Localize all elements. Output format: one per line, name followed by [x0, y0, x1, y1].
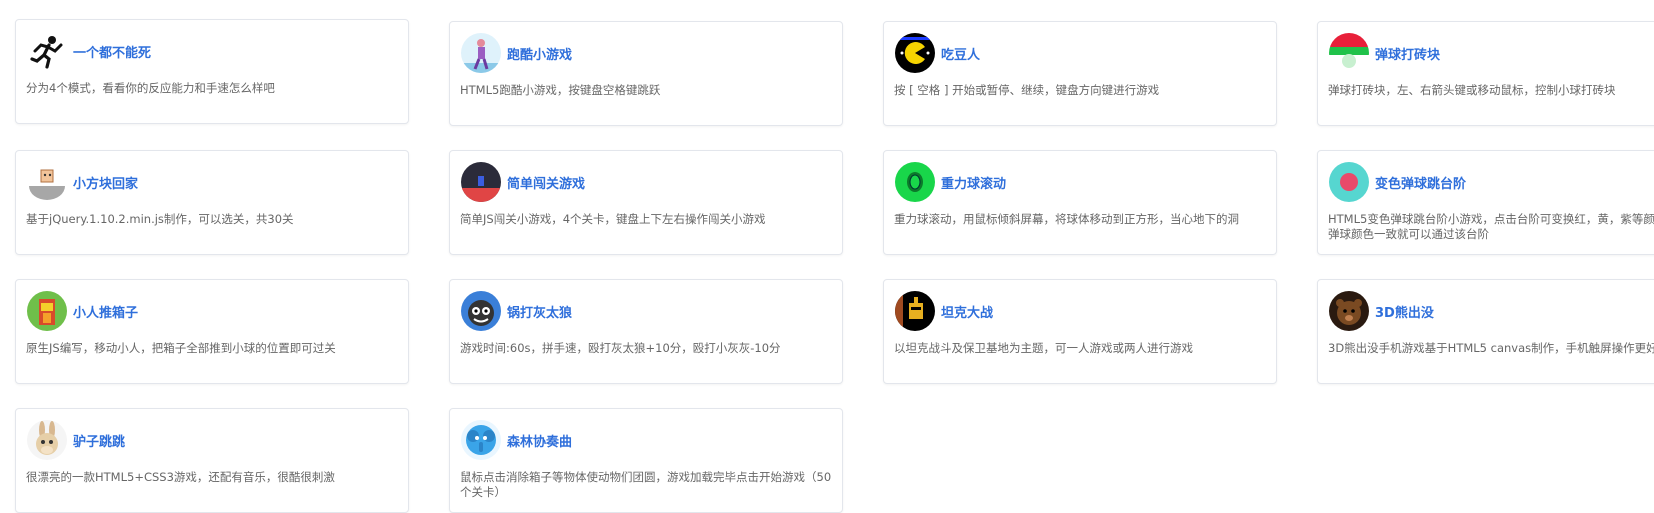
game-description: 按 [ 空格 ] 开始或暂停、继续，键盘方向键进行游戏: [894, 83, 1160, 97]
game-title[interactable]: 变色弹球跳台阶: [1375, 173, 1466, 192]
bear-icon: [1329, 291, 1369, 331]
game-title[interactable]: 跑酷小游戏: [507, 44, 572, 63]
forest-elephant-icon: [461, 420, 501, 460]
game-title[interactable]: 3D熊出没: [1375, 302, 1434, 321]
game-description: 3D熊出没手机游戏基于HTML5 canvas制作，手机触屏操作更好: [1328, 341, 1654, 355]
game-title[interactable]: 重力球滚动: [941, 173, 1006, 192]
game-card-9[interactable]: 小人推箱子 原生JS编写，移动小人，把箱子全部推到小球的位置即可过关: [15, 279, 409, 384]
game-title[interactable]: 简单闯关游戏: [507, 173, 585, 192]
game-title[interactable]: 驴子跳跳: [73, 431, 125, 450]
game-title[interactable]: 一个都不能死: [73, 42, 151, 61]
game-title[interactable]: 弹球打砖块: [1375, 44, 1440, 63]
game-description: 分为4个模式，看看你的反应能力和手速怎么样吧: [26, 81, 275, 95]
game-title[interactable]: 小人推箱子: [73, 302, 138, 321]
wolf-icon: [461, 291, 501, 331]
parkour-runner-icon: [461, 33, 501, 73]
sokoban-icon: [27, 291, 67, 331]
game-card-8[interactable]: 变色弹球跳台阶 HTML5变色弹球跳台阶小游戏，点击台阶可变换红，黄，紫等颜色，…: [1317, 150, 1654, 255]
game-card-12[interactable]: 3D熊出没 3D熊出没手机游戏基于HTML5 canvas制作，手机触屏操作更好: [1317, 279, 1654, 384]
running-man-icon: [27, 31, 67, 71]
game-description: 弹球打砖块，左、右箭头键或移动鼠标，控制小球打砖块: [1328, 83, 1616, 97]
game-description: 原生JS编写，移动小人，把箱子全部推到小球的位置即可过关: [26, 341, 336, 355]
game-description: 很漂亮的一款HTML5+CSS3游戏，还配有音乐，很酷很刺激: [26, 470, 335, 484]
game-card-6[interactable]: 简单闯关游戏 简单JS闯关小游戏，4个关卡，键盘上下左右操作闯关小游戏: [449, 150, 843, 255]
pacman-icon: [895, 33, 935, 73]
game-title[interactable]: 坦克大战: [941, 302, 993, 321]
game-card-7[interactable]: 重力球滚动 重力球滚动，用鼠标倾斜屏幕，将球体移动到正方形，当心地下的洞: [883, 150, 1277, 255]
game-card-2[interactable]: 跑酷小游戏 HTML5跑酷小游戏，按键盘空格键跳跃: [449, 21, 843, 126]
game-description: 游戏时间:60s，拼手速，殴打灰太狼+10分，殴打小灰灰-10分: [460, 341, 781, 355]
game-card-1[interactable]: 一个都不能死 分为4个模式，看看你的反应能力和手速怎么样吧: [15, 19, 409, 124]
game-title[interactable]: 锅打灰太狼: [507, 302, 572, 321]
brick-breaker-icon: [1329, 33, 1369, 73]
level-game-icon: [461, 162, 501, 202]
game-description: 基于jQuery.1.10.2.min.js制作，可以选关，共30关: [26, 212, 294, 226]
tank-icon: [895, 291, 935, 331]
game-description: 简单JS闯关小游戏，4个关卡，键盘上下左右操作闯关小游戏: [460, 212, 766, 226]
game-description: 重力球滚动，用鼠标倾斜屏幕，将球体移动到正方形，当心地下的洞: [894, 212, 1239, 226]
game-card-3[interactable]: 吃豆人 按 [ 空格 ] 开始或暂停、继续，键盘方向键进行游戏: [883, 21, 1277, 126]
game-card-11[interactable]: 坦克大战 以坦克战斗及保卫基地为主题，可一人游戏或两人进行游戏: [883, 279, 1277, 384]
game-description: HTML5变色弹球跳台阶小游戏，点击台阶可变换红，黄，紫等颜色，与弹球颜色一致就…: [1328, 212, 1654, 241]
game-description: 鼠标点击消除箱子等物体使动物们团圆，游戏加载完毕点击开始游戏（50个关卡）: [460, 470, 832, 499]
game-description: HTML5跑酷小游戏，按键盘空格键跳跃: [460, 83, 661, 97]
little-block-icon: [27, 162, 67, 202]
game-title[interactable]: 小方块回家: [73, 173, 138, 192]
game-title[interactable]: 吃豆人: [941, 44, 980, 63]
game-card-4[interactable]: 弹球打砖块 弹球打砖块，左、右箭头键或移动鼠标，控制小球打砖块: [1317, 21, 1654, 126]
game-card-5[interactable]: 小方块回家 基于jQuery.1.10.2.min.js制作，可以选关，共30关: [15, 150, 409, 255]
donkey-icon: [27, 420, 67, 460]
game-description: 以坦克战斗及保卫基地为主题，可一人游戏或两人进行游戏: [894, 341, 1193, 355]
game-card-13[interactable]: 驴子跳跳 很漂亮的一款HTML5+CSS3游戏，还配有音乐，很酷很刺激: [15, 408, 409, 513]
game-title[interactable]: 森林协奏曲: [507, 431, 572, 450]
game-card-10[interactable]: 锅打灰太狼 游戏时间:60s，拼手速，殴打灰太狼+10分，殴打小灰灰-10分: [449, 279, 843, 384]
gravity-ball-icon: [895, 162, 935, 202]
game-card-14[interactable]: 森林协奏曲 鼠标点击消除箱子等物体使动物们团圆，游戏加载完毕点击开始游戏（50个…: [449, 408, 843, 513]
color-ball-icon: [1329, 162, 1369, 202]
